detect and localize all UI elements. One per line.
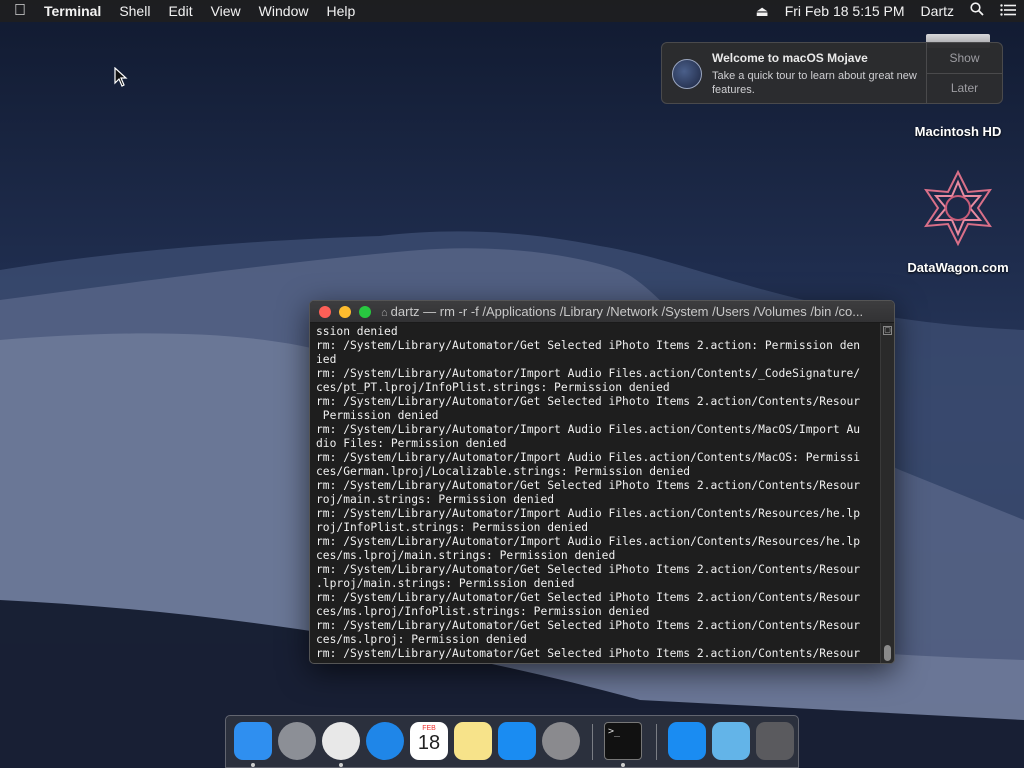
calendar-icon[interactable]: FEB 18 — [410, 722, 448, 760]
terminal-window[interactable]: ⌂ dartz — rm -r -f /Applications /Library… — [309, 300, 895, 664]
mouse-cursor-icon — [114, 67, 128, 87]
desktop-datawagon[interactable]: DataWagon.com — [900, 168, 1016, 275]
menu-view[interactable]: View — [202, 0, 250, 22]
terminal-titlebar[interactable]: ⌂ dartz — rm -r -f /Applications /Library… — [310, 301, 894, 323]
scroll-thumb[interactable] — [884, 645, 891, 661]
terminal-line: rm: /System/Library/Automator/Import Aud… — [316, 423, 861, 436]
menu-edit[interactable]: Edit — [159, 0, 201, 22]
terminal-scrollbar[interactable]: ▢ — [880, 323, 894, 663]
macintosh-hd-label: Macintosh HD — [914, 124, 1002, 139]
zoom-window-button[interactable] — [359, 305, 371, 318]
menu-help[interactable]: Help — [317, 0, 364, 22]
notes-icon[interactable] — [454, 722, 492, 760]
terminal-line: ces/ms.lproj/main.strings: Permission de… — [316, 549, 616, 562]
terminal-line: dio Files: Permission denied — [316, 437, 507, 450]
menu-bar:  Terminal Shell Edit View Window Help ⏏… — [0, 0, 1024, 22]
terminal-title: ⌂ dartz — rm -r -f /Applications /Library… — [381, 304, 873, 319]
running-indicator — [339, 763, 343, 767]
terminal-line: .lproj/main.strings: Permission denied — [316, 577, 575, 590]
terminal-line: rm: /System/Library/Automator/Import Aud… — [316, 507, 861, 520]
applications-folder-icon[interactable] — [668, 722, 706, 760]
terminal-line: rm: /System/Library/Automator/Import Aud… — [316, 367, 861, 380]
terminal-line: ces/ms.lproj/InfoPlist.strings: Permissi… — [316, 605, 650, 618]
terminal-line: rm: /System/Library/Automator/Get Select… — [316, 563, 861, 576]
terminal-line: roj/InfoPlist.strings: Permission denied — [316, 521, 589, 534]
terminal-icon[interactable]: >_ — [604, 722, 642, 760]
menu-shell[interactable]: Shell — [110, 0, 159, 22]
dock-separator — [592, 724, 593, 760]
chrome-icon[interactable] — [322, 722, 360, 760]
terminal-prompt-glyph: >_ — [608, 726, 621, 737]
notification-later-button[interactable]: Later — [927, 72, 1002, 104]
terminal-line: rm: /System/Library/Automator/Get Select… — [316, 647, 861, 660]
menu-app-terminal[interactable]: Terminal — [40, 0, 110, 22]
close-window-button[interactable] — [319, 305, 331, 318]
mojave-icon — [672, 59, 702, 89]
minimize-window-button[interactable] — [339, 305, 351, 318]
terminal-line: ces/German.lproj/Localizable.strings: Pe… — [316, 465, 691, 478]
app-store-icon[interactable] — [498, 722, 536, 760]
terminal-line: rm: /System/Library/Automator/Get Select… — [316, 591, 861, 604]
datawagon-label: DataWagon.com — [907, 260, 1009, 275]
terminal-line: rm: /System/Library/Automator/Import Aud… — [316, 535, 861, 548]
menu-window[interactable]: Window — [250, 0, 318, 22]
downloads-folder-icon[interactable] — [712, 722, 750, 760]
system-preferences-icon[interactable] — [542, 722, 580, 760]
calendar-day: 18 — [417, 732, 441, 754]
terminal-line: rm: /System/Library/Automator/Get Select… — [316, 619, 861, 632]
terminal-line: ied — [316, 353, 337, 366]
running-indicator — [621, 763, 625, 767]
calendar-month: FEB — [422, 725, 436, 732]
launchpad-icon[interactable] — [278, 722, 316, 760]
menu-datetime[interactable]: Fri Feb 18 5:15 PM — [777, 0, 913, 22]
spotlight-search-icon[interactable] — [962, 0, 992, 22]
terminal-line: rm: /System/Library/Automator/Get Select… — [316, 479, 861, 492]
home-folder-icon: ⌂ — [381, 307, 388, 319]
terminal-line: rm: /System/Library/Automator/Get Select… — [316, 339, 861, 352]
scroll-up-icon[interactable]: ▢ — [883, 326, 892, 335]
dock: FEB 18 >_ — [225, 715, 799, 768]
menu-user[interactable]: Dartz — [913, 0, 962, 22]
terminal-line: roj/main.strings: Permission denied — [316, 493, 555, 506]
terminal-line: ces/pt_PT.lproj/InfoPlist.strings: Permi… — [316, 381, 670, 394]
notification-title: Welcome to macOS Mojave — [712, 51, 868, 65]
datawagon-icon — [924, 169, 992, 247]
running-indicator — [251, 763, 255, 767]
terminal-title-text: dartz — rm -r -f /Applications /Library … — [390, 304, 864, 319]
mojave-notification[interactable]: Welcome to macOS Mojave Take a quick tou… — [661, 42, 1003, 104]
notification-show-button[interactable]: Show — [927, 43, 1002, 73]
dock-separator — [656, 724, 657, 760]
notification-center-icon[interactable] — [992, 0, 1024, 22]
safari-icon[interactable] — [366, 722, 404, 760]
terminal-line: rm: /System/Library/Automator/Import Aud… — [316, 451, 861, 464]
terminal-line: ssion denied — [316, 325, 398, 338]
terminal-line: rm: /System/Library/Automator/Get Select… — [316, 395, 861, 408]
terminal-line: Permission denied — [316, 409, 439, 422]
terminal-output[interactable]: ssion denied rm: /System/Library/Automato… — [310, 323, 894, 663]
apple-menu-icon[interactable]:  — [0, 2, 40, 20]
finder-icon[interactable] — [234, 722, 272, 760]
notification-text: Take a quick tour to learn about great n… — [712, 70, 917, 96]
trash-icon[interactable] — [756, 722, 794, 760]
terminal-line: ces/ms.lproj: Permission denied — [316, 633, 527, 646]
eject-icon[interactable]: ⏏ — [747, 0, 776, 22]
